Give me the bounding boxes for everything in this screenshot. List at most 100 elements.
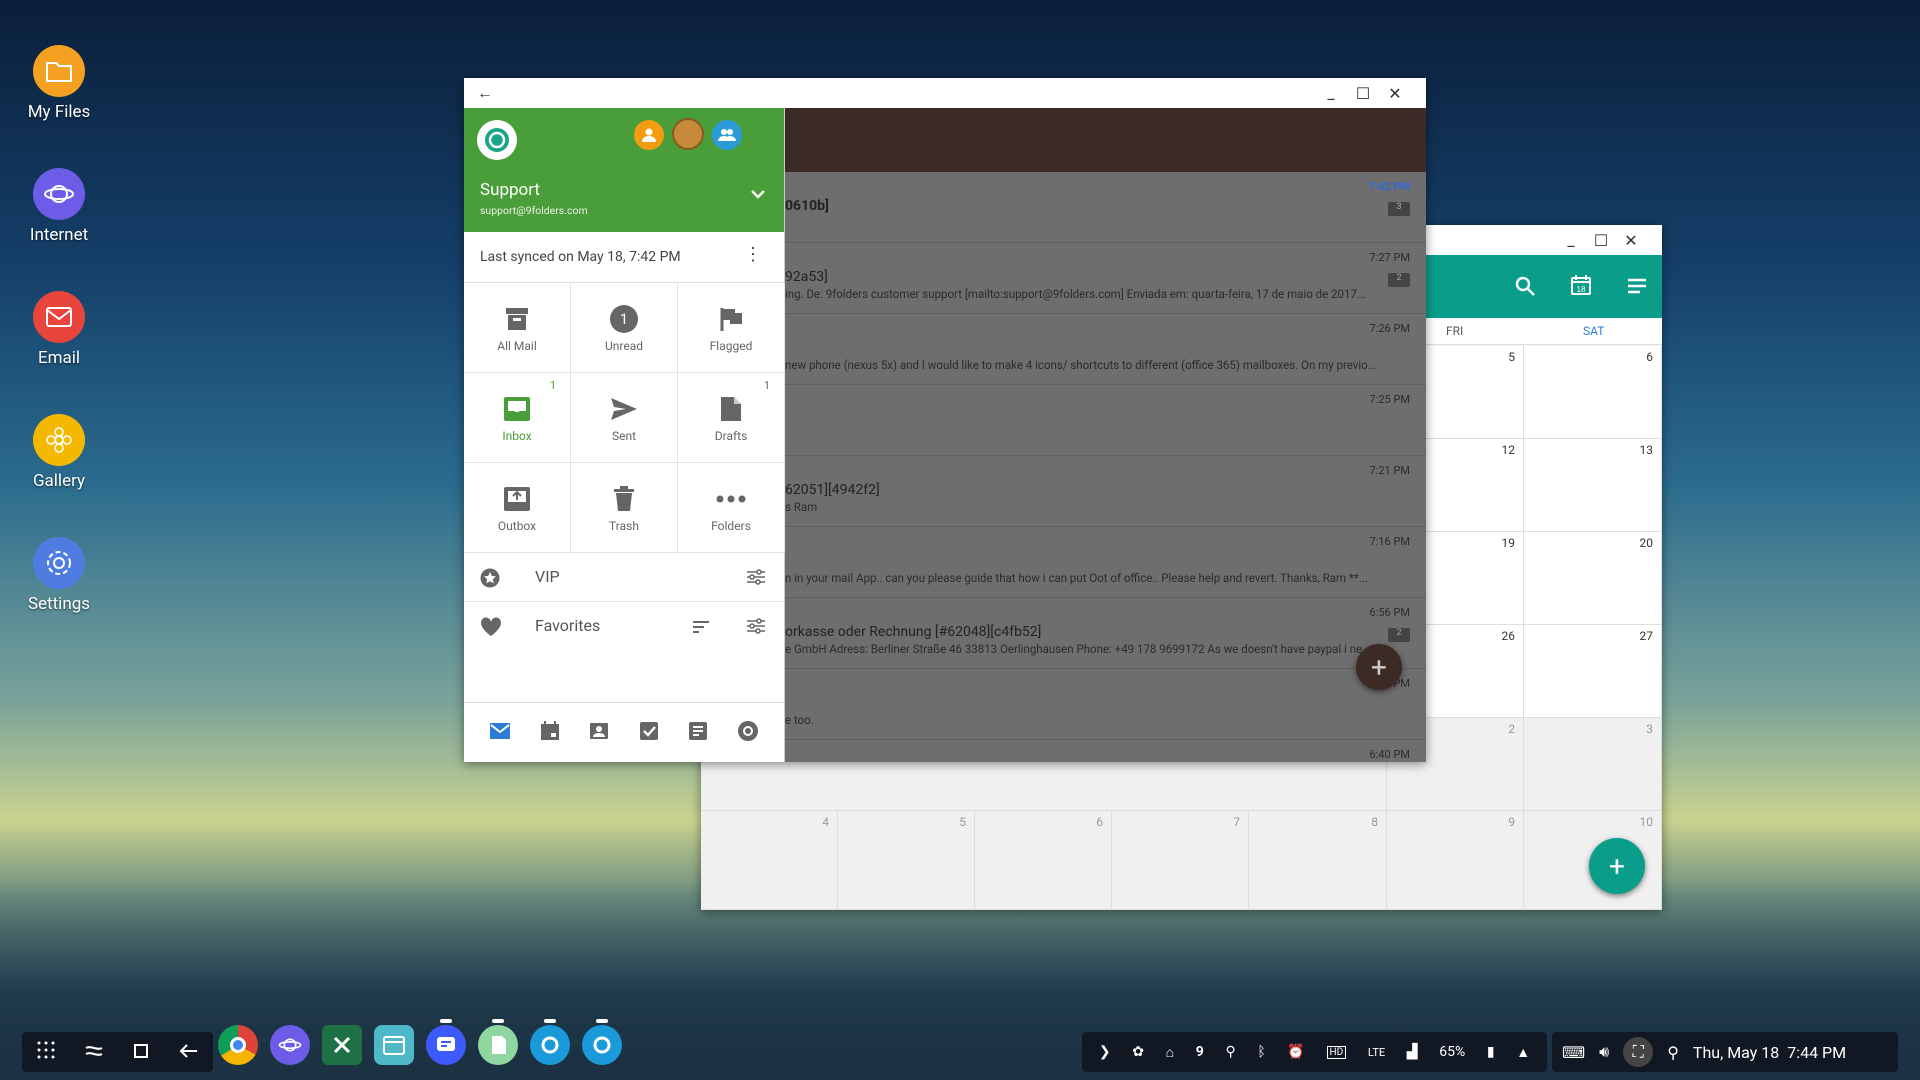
folder-trash[interactable]: Trash — [571, 463, 678, 553]
nine-mail-icon[interactable] — [530, 1019, 570, 1065]
desktop-icon-internet[interactable]: Internet — [25, 168, 93, 245]
maximize-button[interactable]: ☐ — [1348, 78, 1378, 108]
notes-tab-icon[interactable] — [688, 721, 708, 745]
day-cell[interactable]: 5 — [838, 811, 975, 910]
day-cell[interactable]: 9 — [1387, 811, 1524, 910]
day-number: 19 — [1501, 536, 1516, 550]
back-icon[interactable] — [179, 1040, 199, 1064]
folder-flagged[interactable]: Flagged — [678, 283, 785, 373]
desktop-icon-gallery[interactable]: Gallery — [25, 414, 93, 491]
taskbar-apps — [218, 1019, 622, 1065]
settings-tab-icon[interactable] — [737, 720, 759, 746]
minimize-button[interactable]: _ — [1556, 225, 1586, 255]
message-item[interactable]: 6:40 PM — [785, 740, 1426, 762]
filter-settings-icon[interactable] — [746, 618, 766, 638]
desktop-icon-settings[interactable]: Settings — [25, 537, 93, 614]
desktop-icon-email[interactable]: Email — [25, 291, 93, 368]
caret-up-icon[interactable]: ▲ — [1516, 1044, 1530, 1061]
evernote-icon[interactable] — [478, 1019, 518, 1065]
excel-icon[interactable] — [322, 1025, 362, 1065]
recent-apps-icon[interactable] — [84, 1040, 104, 1065]
folder-label: Trash — [609, 519, 639, 533]
app-bottom-navigation — [464, 702, 784, 762]
maximize-button[interactable]: ☐ — [1586, 225, 1616, 255]
vip-row[interactable]: VIP — [464, 553, 784, 602]
day-cell[interactable]: 13 — [1524, 439, 1662, 532]
calendar-app-icon[interactable] — [374, 1025, 414, 1065]
favorites-row[interactable]: Favorites — [464, 602, 784, 651]
chrome-icon[interactable] — [218, 1025, 258, 1065]
message-item[interactable]: 7:16 PM n in your mail App.. can you plea… — [785, 527, 1426, 598]
app-drawer-icon[interactable] — [36, 1040, 56, 1065]
folder-sent[interactable]: Sent — [571, 373, 678, 463]
user-photo-avatar[interactable] — [672, 118, 704, 150]
location-icon[interactable]: ⚲ — [1225, 1044, 1235, 1060]
message-subject: 0610b] — [785, 198, 829, 214]
message-item[interactable]: 7:25 PM — [785, 385, 1426, 456]
pinwheel-icon[interactable]: ✿ — [1132, 1044, 1144, 1060]
today-calendar-icon[interactable]: 18 — [1570, 274, 1592, 300]
compose-button[interactable]: + — [1356, 644, 1402, 690]
message-item[interactable]: 7:27 PM 92a53] ing. De: 9folders customer … — [785, 243, 1426, 314]
chevron-down-icon[interactable] — [750, 184, 766, 203]
day-cell[interactable]: 6 — [1524, 346, 1662, 439]
day-number: 4 — [822, 815, 829, 829]
day-cell[interactable]: 27 — [1524, 625, 1662, 718]
day-cell[interactable]: 20 — [1524, 532, 1662, 625]
day-cell[interactable]: 4 — [701, 811, 838, 910]
folder-all-mail[interactable]: All Mail — [464, 283, 571, 373]
folder-unread[interactable]: 1 Unread — [571, 283, 678, 373]
minimize-button[interactable]: _ — [1316, 78, 1346, 108]
close-button[interactable]: ✕ — [1380, 78, 1410, 108]
day-cell[interactable]: 6 — [975, 811, 1112, 910]
message-subject: 62051][4942f2] — [785, 482, 880, 498]
weekday-sat: SAT — [1583, 324, 1605, 338]
day-cell[interactable]: 3 — [1524, 718, 1662, 811]
mail-tab-icon[interactable] — [489, 722, 511, 744]
nine-icon[interactable]: 9 — [1196, 1044, 1204, 1060]
day-number: 5 — [1508, 350, 1515, 364]
contacts-tab-icon[interactable] — [589, 722, 609, 744]
volume-icon[interactable]: 🔊︎ — [1599, 1042, 1609, 1062]
folder-outbox[interactable]: Outbox — [464, 463, 571, 553]
message-item[interactable]: 6:56 PM orkasse oder Rechnung [#62048][c4… — [785, 598, 1426, 669]
folder-drafts[interactable]: 1 Drafts — [678, 373, 785, 463]
folder-inbox[interactable]: 1 Inbox — [464, 373, 571, 463]
message-item[interactable]: 6:55 PMe too. — [785, 669, 1426, 740]
message-list: 7:42 PM 0610b] 3 7:27 PM 92a53] ing. De: 9fo… — [785, 108, 1426, 762]
store-icon[interactable]: ⌂ — [1166, 1044, 1174, 1061]
filter-settings-icon[interactable] — [746, 569, 766, 589]
search-icon[interactable]: ⚲ — [1667, 1043, 1679, 1062]
message-item[interactable]: 7:42 PM 0610b] 3 — [785, 172, 1426, 243]
archive-box-icon — [464, 303, 570, 335]
tasks-tab-icon[interactable] — [639, 721, 659, 745]
message-item[interactable]: 7:21 PM 62051][4942f2] s Ram — [785, 456, 1426, 527]
desktop-icon-my-files[interactable]: My Files — [25, 45, 93, 122]
folder-more[interactable]: Folders — [678, 463, 785, 553]
view-options-icon[interactable] — [1626, 276, 1648, 300]
day-cell[interactable]: 8 — [1249, 811, 1387, 910]
day-cell[interactable]: 7 — [1112, 811, 1249, 910]
search-icon[interactable] — [1514, 275, 1536, 301]
internet-icon[interactable] — [270, 1025, 310, 1065]
more-options-icon[interactable]: ⋮ — [744, 246, 762, 264]
home-icon[interactable] — [133, 1040, 151, 1064]
calendar-tab-icon[interactable] — [540, 720, 560, 745]
message-item[interactable]: 7:26 PM new phone (nexus 5x) and I would … — [785, 314, 1426, 385]
alarm-icon[interactable]: ⏰ — [1287, 1044, 1304, 1060]
expand-chevron-icon[interactable]: ❯ — [1099, 1044, 1111, 1060]
folder-badge: 1 — [549, 379, 556, 392]
shared-accounts-icon[interactable] — [712, 120, 742, 150]
account-avatar-icon[interactable] — [634, 120, 664, 150]
datetime[interactable]: Thu, May 18 7:44 PM — [1693, 1043, 1846, 1062]
bluetooth-icon[interactable]: ᛒ — [1257, 1044, 1265, 1060]
add-event-button[interactable]: + — [1589, 838, 1645, 894]
messages-icon[interactable] — [426, 1019, 466, 1065]
nine-mail-secondary-icon[interactable] — [582, 1019, 622, 1065]
day-number: 20 — [1639, 536, 1654, 550]
back-arrow-icon[interactable]: ← — [470, 78, 500, 108]
screenshot-icon[interactable]: ⛶ — [1623, 1037, 1654, 1067]
keyboard-icon[interactable]: ⌨ — [1562, 1043, 1585, 1062]
sort-icon[interactable] — [692, 619, 710, 638]
close-button[interactable]: ✕ — [1616, 225, 1646, 255]
